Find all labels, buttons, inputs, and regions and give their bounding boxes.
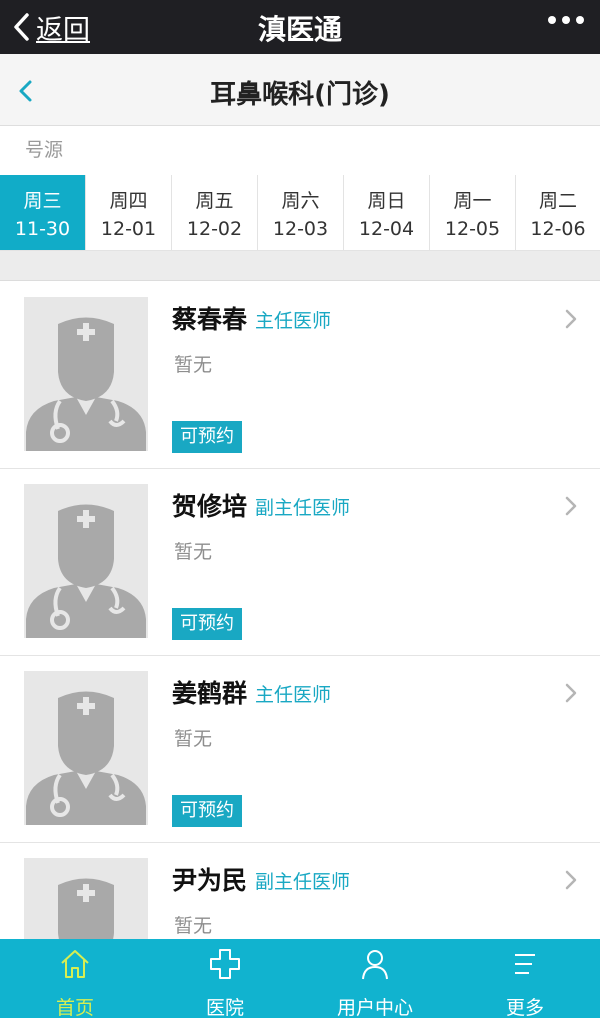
date-tab-weekday: 周一 (453, 190, 492, 212)
nav-label: 用户中心 (336, 997, 413, 1018)
nav-label: 首页 (55, 997, 94, 1018)
app-root: 返回 滇医通 耳鼻喉科(门诊) 号源 周三 11-30 周四 12-01 周五 … (0, 0, 600, 1018)
bottom-nav: 首页 医院 用户中心 更多 (0, 939, 600, 1018)
doctor-silhouette-icon (24, 671, 148, 825)
doctor-title: 副主任医师 (255, 871, 351, 893)
book-available-button[interactable]: 可预约 (172, 608, 242, 640)
date-tab[interactable]: 周六 12-03 (258, 175, 344, 250)
doctor-card[interactable]: 贺修培 副主任医师 暂无 可预约 (0, 469, 600, 656)
nav-label: 医院 (205, 997, 244, 1018)
date-tab-date: 12-04 (358, 218, 415, 240)
book-available-button[interactable]: 可预约 (172, 421, 242, 453)
date-tab[interactable]: 周四 12-01 (86, 175, 172, 250)
more-options-button[interactable] (548, 16, 584, 24)
app-title: 滇医通 (257, 13, 342, 46)
doctor-name: 蔡春春 (172, 305, 248, 334)
doctor-name: 贺修培 (172, 492, 248, 521)
page-title: 耳鼻喉科(门诊) (210, 80, 390, 110)
section-divider (0, 251, 600, 281)
doctor-silhouette-icon (24, 297, 148, 451)
date-tabs: 周三 11-30 周四 12-01 周五 12-02 周六 12-03 周日 1… (0, 175, 600, 251)
date-tab-weekday: 周四 (109, 190, 148, 212)
doctor-avatar-icon (24, 297, 148, 451)
doctor-note: 暂无 (174, 541, 213, 563)
chevron-right-icon (565, 870, 577, 890)
source-section: 号源 (0, 127, 600, 175)
date-tab-weekday: 周二 (538, 190, 577, 212)
nav-item-hospital[interactable]: 医院 (150, 939, 300, 1018)
hospital-cross-icon (210, 949, 240, 979)
page-header: 耳鼻喉科(门诊) (0, 54, 600, 126)
doctor-note: 暂无 (174, 915, 213, 937)
nav-label: 更多 (505, 997, 544, 1018)
doctor-name: 尹为民 (172, 866, 248, 895)
date-tab[interactable]: 周二 12-06 (516, 175, 600, 250)
date-tab[interactable]: 周五 12-02 (172, 175, 258, 250)
nav-item-home[interactable]: 首页 (0, 939, 150, 1018)
nav-item-user-center[interactable]: 用户中心 (300, 939, 450, 1018)
more-dots-icon (548, 16, 556, 24)
doctor-title: 主任医师 (255, 310, 332, 332)
doctor-list: 蔡春春 主任医师 暂无 可预约 贺修培 副主任医师 暂无 可预约 姜鹤群 主任医… (0, 282, 600, 1018)
doctor-card[interactable]: 蔡春春 主任医师 暂无 可预约 (0, 282, 600, 469)
chevron-right-icon (565, 683, 577, 703)
book-available-button[interactable]: 可预约 (172, 795, 242, 827)
date-tab-date: 12-01 (100, 218, 157, 240)
doctor-note: 暂无 (174, 354, 213, 376)
user-icon (362, 950, 388, 980)
chevron-right-icon (565, 309, 577, 329)
doctor-card[interactable]: 姜鹤群 主任医师 暂无 可预约 (0, 656, 600, 843)
nav-item-more[interactable]: 更多 (450, 939, 600, 1018)
more-dot (576, 16, 584, 24)
doctor-name: 姜鹤群 (172, 679, 248, 708)
date-tab[interactable]: 周一 12-05 (430, 175, 516, 250)
doctor-silhouette-icon (24, 484, 148, 638)
date-tab-date: 12-05 (444, 218, 501, 240)
doctor-title: 副主任医师 (255, 497, 351, 519)
date-tab[interactable]: 周三 11-30 (0, 175, 86, 250)
doctor-avatar-icon (24, 671, 148, 825)
date-tab-weekday: 周三 (23, 190, 62, 212)
date-tab-date: 12-02 (186, 218, 243, 240)
doctor-title: 主任医师 (255, 684, 332, 706)
home-icon (61, 950, 89, 978)
doctor-note: 暂无 (174, 728, 213, 750)
doctor-avatar-icon (24, 484, 148, 638)
more-dot (562, 16, 570, 24)
date-tab-date: 12-03 (272, 218, 329, 240)
date-tab-date: 11-30 (14, 218, 71, 240)
source-label: 号源 (25, 139, 64, 161)
chevron-right-icon (565, 496, 577, 516)
date-tab-date: 12-06 (530, 218, 586, 240)
date-tab-weekday: 周五 (195, 190, 234, 212)
date-tab-weekday: 周六 (281, 190, 320, 212)
menu-icon (515, 954, 535, 974)
date-tab-weekday: 周日 (367, 190, 406, 212)
date-tab[interactable]: 周日 12-04 (344, 175, 430, 250)
top-bar: 返回 滇医通 (0, 0, 600, 54)
